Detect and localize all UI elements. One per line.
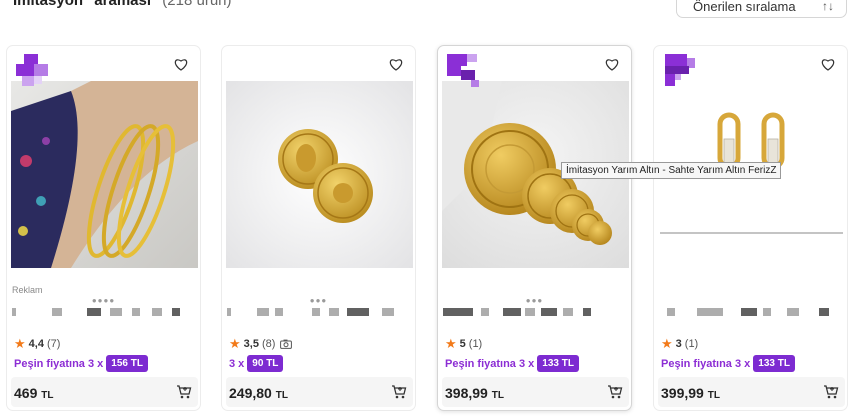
- product-name-blurred[interactable]: [12, 308, 197, 322]
- photo-review-icon: [280, 339, 293, 349]
- product-card[interactable]: ★ 3 (1) Peşin fiyatına 3 x 133 TL 399,99…: [653, 45, 848, 411]
- rating-value: 5: [459, 338, 466, 350]
- product-card[interactable]: ●●● ★ 5 (1) Peşin fiyatına 3 x 133 TL 39…: [437, 45, 632, 411]
- product-card[interactable]: Reklam ●●●● ★ 4,4 (7) Peşin fiyatına 3 x…: [6, 45, 201, 411]
- product-image[interactable]: [11, 81, 198, 268]
- price-value: 469: [14, 385, 38, 401]
- results-header: İmitasyon "aramasi" (218 ürün) Önerilen …: [0, 0, 860, 24]
- rating-count: (8): [261, 338, 276, 350]
- product-rating[interactable]: ★ 5 (1): [445, 336, 483, 351]
- seller-logo-icon: [665, 54, 695, 86]
- rating-count: (7): [46, 338, 61, 350]
- star-icon: ★: [14, 336, 26, 351]
- add-to-cart-icon[interactable]: [391, 384, 407, 400]
- product-rating[interactable]: ★ 3 (1): [661, 336, 699, 351]
- results-title: İmitasyon "aramasi" (218 ürün): [13, 0, 232, 9]
- image-pagination-dots[interactable]: ●●●●: [7, 297, 200, 305]
- star-icon: ★: [229, 336, 241, 351]
- rating-count: (1): [684, 338, 699, 350]
- price-bar: 469 TL: [11, 377, 198, 407]
- rating-value: 3: [675, 338, 682, 350]
- seller-logo-icon: [16, 54, 48, 86]
- add-to-cart-icon[interactable]: [607, 384, 623, 400]
- product-name-blurred[interactable]: [443, 308, 628, 322]
- sort-arrows-icon: ↑↓: [822, 0, 834, 13]
- product-name-blurred[interactable]: [659, 308, 844, 322]
- installment-text: Peşin fiyatına 3 x: [661, 357, 751, 370]
- installment-badge: 133 TL: [537, 355, 579, 372]
- rating-value: 4,4: [28, 338, 44, 350]
- search-query-label: İmitasyon "aramasi": [13, 0, 159, 9]
- installment-promo: Peşin fiyatına 3 x 133 TL: [661, 355, 795, 372]
- product-image[interactable]: [226, 81, 413, 268]
- installment-text: Peşin fiyatına 3 x: [445, 357, 535, 370]
- favorite-heart-icon[interactable]: [385, 53, 407, 75]
- price-currency: TL: [275, 390, 288, 401]
- product-name-blurred[interactable]: [227, 308, 412, 322]
- star-icon: ★: [445, 336, 457, 351]
- price-currency: TL: [41, 390, 54, 401]
- price-value: 249,80: [229, 385, 272, 401]
- star-icon: ★: [661, 336, 673, 351]
- favorite-heart-icon[interactable]: [601, 53, 623, 75]
- installment-badge: 133 TL: [753, 355, 795, 372]
- price-bar: 249,80 TL: [226, 377, 413, 407]
- add-to-cart-icon[interactable]: [176, 384, 192, 400]
- price-value: 399,99: [661, 385, 704, 401]
- sort-dropdown[interactable]: Önerilen sıralama ↑↓: [676, 0, 847, 18]
- price-currency: TL: [707, 390, 720, 401]
- price-bar: 399,99 TL: [658, 377, 845, 407]
- price-value: 398,99: [445, 385, 488, 401]
- product-rating[interactable]: ★ 3,5 (8): [229, 336, 293, 351]
- price: 398,99 TL: [445, 385, 504, 401]
- image-pagination-dots[interactable]: ●●●: [222, 297, 415, 305]
- installment-promo: Peşin fiyatına 3 x 156 TL: [14, 355, 148, 372]
- product-title-tooltip: İmitasyon Yarım Altın - Sahte Yarım Altı…: [561, 162, 782, 179]
- price-bar: 398,99 TL: [442, 377, 629, 407]
- price: 249,80 TL: [229, 385, 288, 401]
- price-currency: TL: [491, 390, 504, 401]
- installment-text: Peşin fiyatına 3 x: [14, 357, 104, 370]
- product-rating[interactable]: ★ 4,4 (7): [14, 336, 61, 351]
- installment-badge: 156 TL: [106, 355, 148, 372]
- rating-count: (1): [468, 338, 483, 350]
- installment-text: 3 x: [229, 357, 245, 370]
- seller-logo-icon: [447, 54, 479, 87]
- sort-label: Önerilen sıralama: [693, 0, 796, 14]
- add-to-cart-icon[interactable]: [823, 384, 839, 400]
- image-pagination-dots[interactable]: ●●●: [438, 297, 631, 305]
- price: 469 TL: [14, 385, 53, 401]
- installment-promo: Peşin fiyatına 3 x 133 TL: [445, 355, 579, 372]
- installment-promo: 3 x 90 TL: [229, 355, 284, 372]
- price: 399,99 TL: [661, 385, 720, 401]
- favorite-heart-icon[interactable]: [170, 53, 192, 75]
- rating-value: 3,5: [243, 338, 259, 350]
- installment-badge: 90 TL: [247, 355, 284, 372]
- product-card[interactable]: ●●● ★ 3,5 (8) 3 x 90 TL 249,80 TL: [221, 45, 416, 411]
- sponsored-label: Reklam: [12, 285, 43, 295]
- favorite-heart-icon[interactable]: [817, 53, 839, 75]
- result-count: (218 ürün): [162, 0, 232, 9]
